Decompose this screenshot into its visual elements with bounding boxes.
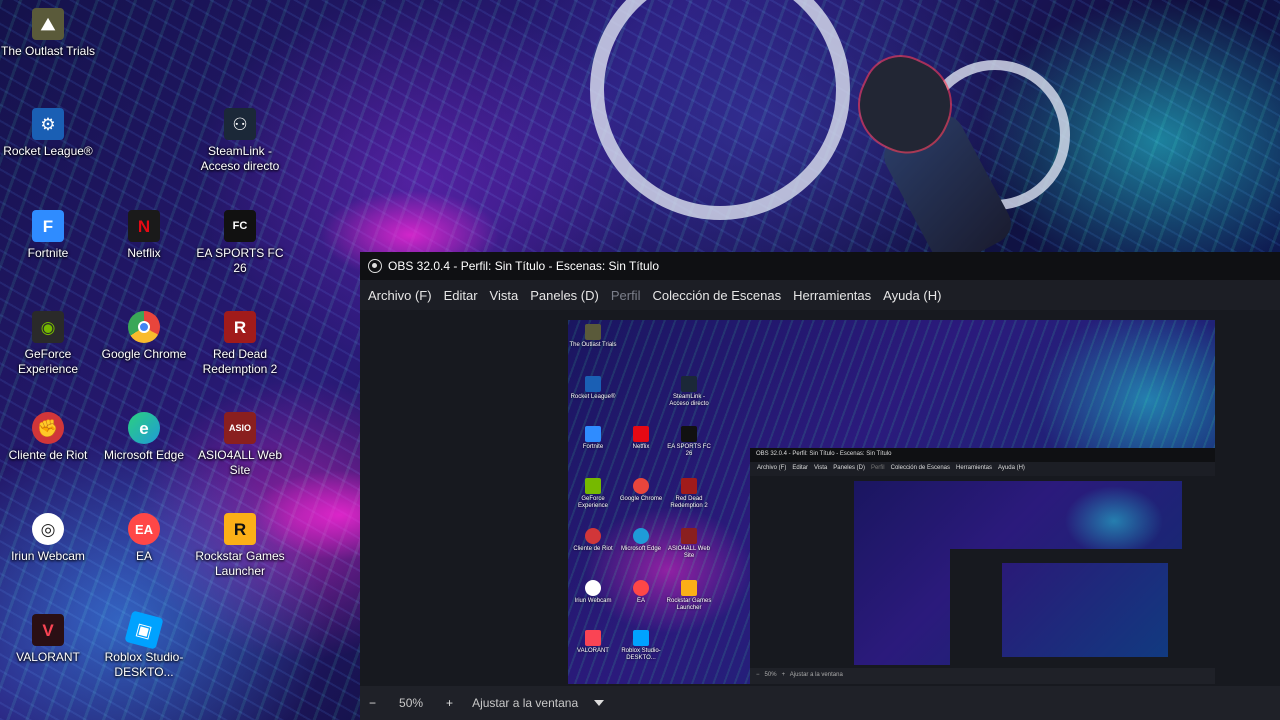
desktop-icon-fortnite[interactable]: F Fortnite bbox=[0, 210, 96, 261]
geforce-icon: ◉ bbox=[32, 311, 64, 343]
desktop-icon-label: Roblox Studio-DESKTO... bbox=[104, 650, 184, 679]
desktop-icon-rocket-league[interactable]: ⚙ Rocket League® bbox=[0, 108, 96, 159]
menu-herramientas[interactable]: Herramientas bbox=[787, 288, 877, 303]
preview-mini-icon: EA bbox=[616, 580, 666, 605]
desktop-icon-asio4all[interactable]: ASIO ASIO4ALL Web Site bbox=[192, 412, 288, 478]
ea-icon: EA bbox=[128, 513, 160, 545]
valorant-icon: V bbox=[32, 614, 64, 646]
steamlink-icon: ⚇ bbox=[224, 108, 256, 140]
chevron-down-icon[interactable] bbox=[594, 700, 605, 706]
desktop-icon-label: Red Dead Redemption 2 bbox=[202, 347, 278, 376]
fortnite-icon: F bbox=[32, 210, 64, 242]
desktop-icon-iriun[interactable]: ◎ Iriun Webcam bbox=[0, 513, 96, 564]
obs-window[interactable]: OBS 32.0.4 - Perfil: Sin Título - Escena… bbox=[360, 252, 1280, 720]
rdr2-icon: R bbox=[224, 311, 256, 343]
desktop-icon-label: SteamLink - Acceso directo bbox=[200, 144, 280, 173]
preview-mini-icon: Microsoft Edge bbox=[616, 528, 666, 553]
menu-ayuda[interactable]: Ayuda (H) bbox=[877, 288, 947, 303]
preview-mini-icon: Cliente de Riot bbox=[568, 528, 618, 553]
preview-mini-icon: Roblox Studio-DESKTO... bbox=[616, 630, 666, 662]
desktop-icon-edge[interactable]: e Microsoft Edge bbox=[96, 412, 192, 463]
nested-menu: Archivo (F) Editar Vista Paneles (D) Perfil C… bbox=[750, 462, 1215, 476]
preview-mini-icon: GeForce Experience bbox=[568, 478, 618, 510]
outlast-icon: ⛰ bbox=[32, 8, 64, 40]
preview-mini-icon: Netflix bbox=[616, 426, 666, 451]
rockstar-icon: R bbox=[224, 513, 256, 545]
desktop-icon-riot[interactable]: ✊ Cliente de Riot bbox=[0, 412, 96, 463]
desktop-icon-label: Fortnite bbox=[27, 246, 69, 260]
nested-statusbar: − 50% + Ajustar a la ventana bbox=[750, 668, 1215, 684]
desktop-icon-rdr2[interactable]: R Red Dead Redemption 2 bbox=[192, 311, 288, 377]
rocket-league-icon: ⚙ bbox=[32, 108, 64, 140]
obs-title-bar[interactable]: OBS 32.0.4 - Perfil: Sin Título - Escena… bbox=[360, 252, 1280, 280]
desktop-icon-outlast[interactable]: ⛰ The Outlast Trials bbox=[0, 8, 96, 59]
zoom-in-button[interactable]: + bbox=[437, 696, 462, 710]
desktop-icon-netflix[interactable]: N Netflix bbox=[96, 210, 192, 261]
preview-mini-icon: Iriun Webcam bbox=[568, 580, 618, 605]
desktop-icon-steamlink[interactable]: ⚇ SteamLink - Acceso directo bbox=[192, 108, 288, 174]
netflix-icon: N bbox=[128, 210, 160, 242]
desktop-icon-label: GeForce Experience bbox=[17, 347, 79, 376]
desktop-icon-label: ASIO4ALL Web Site bbox=[197, 448, 283, 477]
riot-icon: ✊ bbox=[32, 412, 64, 444]
desktop-icon-label: Rockstar Games Launcher bbox=[195, 549, 285, 578]
desktop-icon-ea[interactable]: EA EA bbox=[96, 513, 192, 564]
chrome-icon bbox=[128, 311, 160, 343]
preview-nested-obs-window: OBS 32.0.4 - Perfil: Sin Título - Escena… bbox=[750, 448, 1215, 684]
desktop-icon-rockstar[interactable]: R Rockstar Games Launcher bbox=[192, 513, 288, 579]
preview-mini-icon: Rockstar Games Launcher bbox=[664, 580, 714, 612]
roblox-studio-icon: ▣ bbox=[124, 610, 164, 650]
nested-title: OBS 32.0.4 - Perfil: Sin Título - Escena… bbox=[750, 448, 1215, 462]
asio4all-icon: ASIO bbox=[224, 412, 256, 444]
preview-mini-icon: Rocket League® bbox=[568, 376, 618, 401]
edge-icon: e bbox=[128, 412, 160, 444]
obs-preview-area[interactable]: The Outlast Trials Rocket League® SteamL… bbox=[360, 310, 1280, 686]
obs-zoom-bar: − 50% + Ajustar a la ventana bbox=[360, 686, 1280, 720]
menu-archivo[interactable]: Archivo (F) bbox=[362, 288, 438, 303]
desktop-icon-label: Google Chrome bbox=[101, 347, 187, 361]
preview-mini-icon: The Outlast Trials bbox=[568, 324, 618, 349]
menu-perfil[interactable]: Perfil bbox=[605, 288, 647, 303]
preview-mini-icon: Red Dead Redemption 2 bbox=[664, 478, 714, 510]
desktop-icon-label: Netflix bbox=[127, 246, 161, 260]
desktop-icon-label: Rocket League® bbox=[3, 144, 93, 158]
desktop-icon-roblox-studio[interactable]: ▣ Roblox Studio-DESKTO... bbox=[96, 610, 192, 680]
desktop-icon-geforce[interactable]: ◉ GeForce Experience bbox=[0, 311, 96, 377]
zoom-out-button[interactable]: − bbox=[360, 696, 385, 710]
desktop-icon-label: The Outlast Trials bbox=[0, 44, 96, 58]
preview-mini-icon: Fortnite bbox=[568, 426, 618, 451]
nested-preview-canvas bbox=[1002, 563, 1168, 657]
nested-preview bbox=[854, 481, 1182, 665]
desktop-icon-chrome[interactable]: Google Chrome bbox=[96, 311, 192, 362]
desktop-icon-label: Microsoft Edge bbox=[103, 448, 185, 462]
desktop-icon-ea-fc[interactable]: FC EA SPORTS FC 26 bbox=[192, 210, 288, 276]
iriun-icon: ◎ bbox=[32, 513, 64, 545]
preview-mini-icon: SteamLink - Acceso directo bbox=[664, 376, 714, 408]
obs-menu-bar: Archivo (F) Editar Vista Paneles (D) Per… bbox=[360, 280, 1280, 310]
menu-editar[interactable]: Editar bbox=[438, 288, 484, 303]
obs-window-title: OBS 32.0.4 - Perfil: Sin Título - Escena… bbox=[388, 259, 660, 273]
menu-paneles[interactable]: Paneles (D) bbox=[524, 288, 605, 303]
desktop-icon-valorant[interactable]: V VALORANT bbox=[0, 614, 96, 665]
preview-mini-icon: Google Chrome bbox=[616, 478, 666, 503]
preview-mini-icon: EA SPORTS FC 26 bbox=[664, 426, 714, 458]
menu-vista[interactable]: Vista bbox=[484, 288, 525, 303]
preview-mini-icon: VALORANT bbox=[568, 630, 618, 655]
obs-preview-canvas[interactable]: The Outlast Trials Rocket League® SteamL… bbox=[568, 320, 1215, 684]
desktop-icon-label: Cliente de Riot bbox=[8, 448, 88, 462]
preview-mini-icon: ASIO4ALL Web Site bbox=[664, 528, 714, 560]
desktop-icon-label: VALORANT bbox=[16, 650, 80, 664]
desktop-icon-label: EA SPORTS FC 26 bbox=[196, 246, 284, 275]
fit-to-window-dropdown-label[interactable]: Ajustar a la ventana bbox=[462, 696, 590, 710]
menu-coleccion-escenas[interactable]: Colección de Escenas bbox=[646, 288, 787, 303]
desktop-icon-label: EA bbox=[135, 549, 152, 563]
obs-logo-icon bbox=[368, 259, 382, 273]
ea-fc-icon: FC bbox=[224, 210, 256, 242]
nested-preview-window bbox=[950, 549, 1182, 665]
zoom-level: 50% bbox=[399, 696, 424, 710]
desktop-icon-label: Iriun Webcam bbox=[11, 549, 85, 563]
